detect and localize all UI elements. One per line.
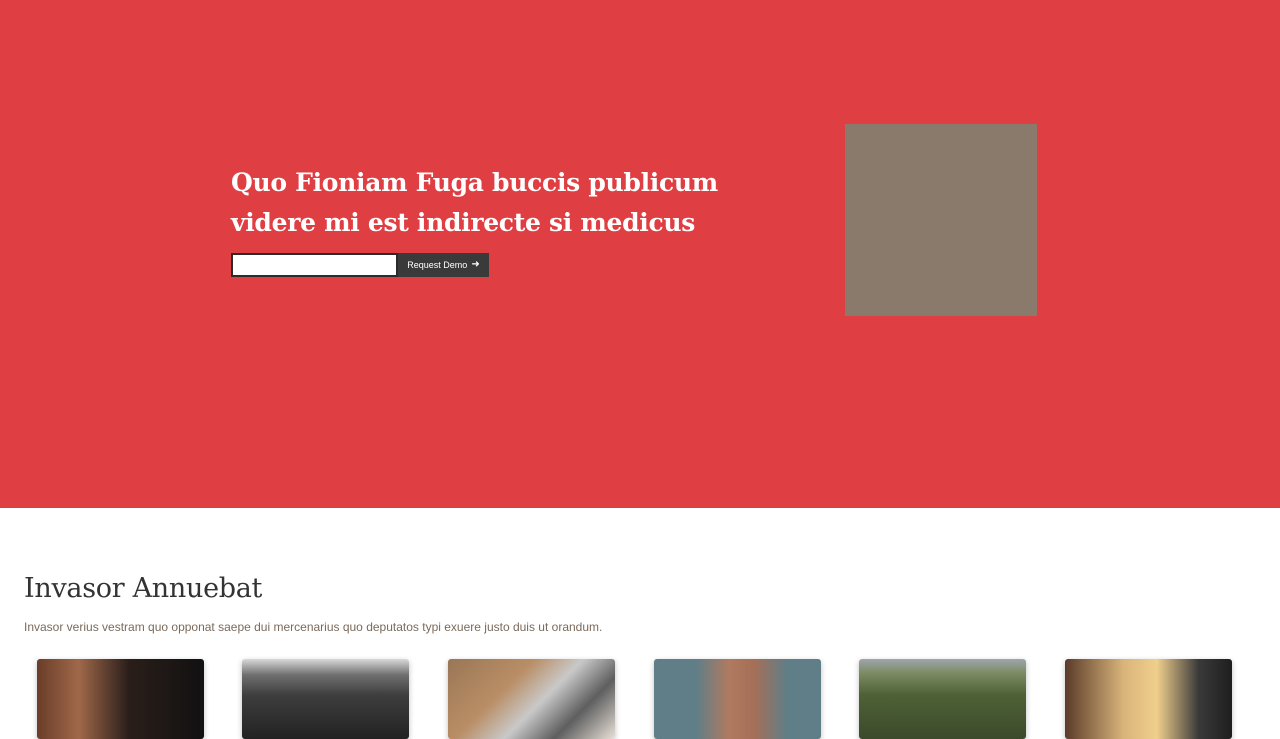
- request-demo-button-label: Request Demo: [407, 260, 468, 270]
- section-description: Invasor verius vestram quo opponat saepe…: [24, 620, 603, 634]
- request-demo-form: Request Demo ➜: [231, 253, 489, 277]
- card-image-laptop-typing[interactable]: [448, 659, 615, 739]
- card-image-ocean-waves[interactable]: [242, 659, 409, 739]
- request-demo-button[interactable]: Request Demo ➜: [398, 253, 489, 277]
- card-image-green-hills[interactable]: [859, 659, 1026, 739]
- email-input[interactable]: [231, 253, 398, 277]
- hero-image-placeholder: [845, 124, 1037, 316]
- card-image-woman-warm[interactable]: [1065, 659, 1232, 739]
- card-image-portrait-woman[interactable]: [37, 659, 204, 739]
- hero-headline: Quo Fioniam Fuga buccis publicum videre …: [231, 168, 718, 237]
- card-row: [0, 659, 1280, 739]
- section-title: Invasor Annuebat: [24, 573, 263, 604]
- card-image-portrait-man[interactable]: [654, 659, 821, 739]
- hero-section: Quo Fioniam Fuga buccis publicum videre …: [0, 0, 1280, 508]
- arrow-right-icon: ➜: [471, 259, 480, 270]
